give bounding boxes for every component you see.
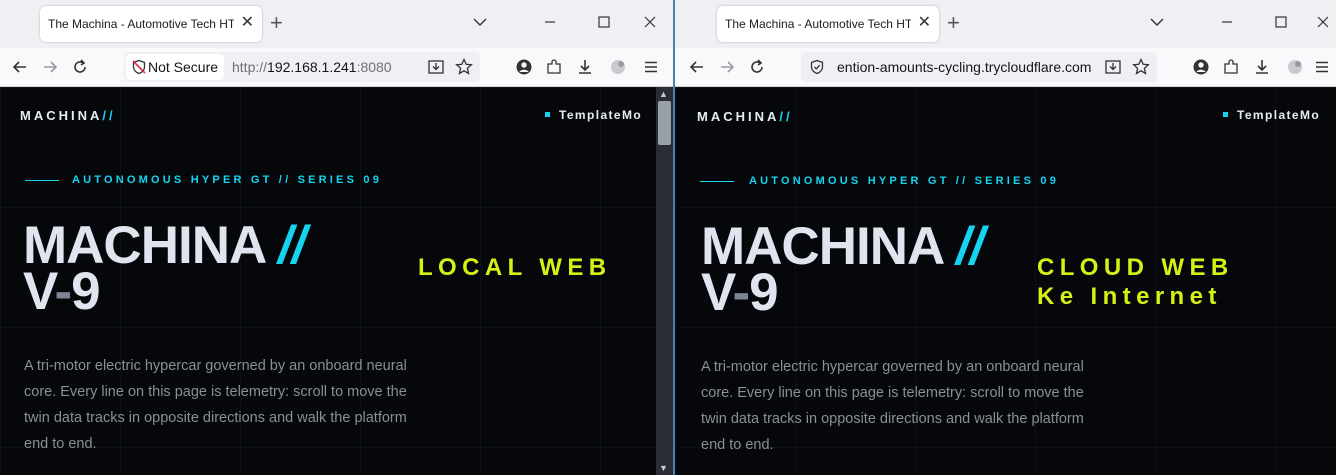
close-tab-icon[interactable]: ✕ [241,13,254,33]
hero-dash: - [54,262,72,321]
extension-puzzle-icon[interactable] [608,57,628,77]
minimize-icon[interactable] [540,12,560,32]
close-window-icon[interactable] [1313,12,1333,32]
new-tab-icon[interactable]: + [270,11,283,35]
save-page-icon[interactable] [1103,57,1123,77]
tab-bar: The Machina - Automotive Tech HTI ✕ + [675,0,1336,48]
maximize-icon[interactable] [1271,12,1291,32]
overlay-line: Ke Internet [1037,283,1222,310]
eyebrow-line [25,180,59,181]
minimize-icon[interactable] [1217,12,1237,32]
menu-hamburger-icon[interactable] [641,57,661,77]
reload-icon[interactable] [747,57,767,77]
downloads-icon[interactable] [575,57,595,77]
overlay-line: CLOUD WEB [1037,254,1234,281]
downloads-icon[interactable] [1252,57,1272,77]
account-icon[interactable] [514,57,534,77]
hero-title: MACHINA // V-9 [23,219,307,318]
overlay-caption: LOCAL WEB [418,253,611,282]
nav-link-templatemo[interactable]: TemplateMo [545,108,642,122]
site-brand[interactable]: MACHINA// [20,108,116,123]
tab-list-chevron-icon[interactable] [470,12,490,32]
bullet-square-icon [545,112,550,117]
insecure-shield-icon [132,59,146,75]
bookmark-star-icon[interactable] [1131,57,1151,77]
hero-dash: - [732,263,750,322]
close-tab-icon[interactable]: ✕ [918,13,931,33]
tab-title: The Machina - Automotive Tech HTI [48,17,234,31]
close-window-icon[interactable] [640,12,660,32]
scroll-thumb[interactable] [658,101,671,145]
tab-machina[interactable]: The Machina - Automotive Tech HTI ✕ [717,6,939,42]
save-page-icon[interactable] [426,57,446,77]
overlay-caption: CLOUD WEB Ke Internet [1037,253,1234,311]
web-page-content: MACHINA// TemplateMo AUTONOMOUS HYPER GT… [675,87,1336,475]
url-host: ention-amounts-cycling.trycloudflare.com [837,59,1092,75]
address-bar[interactable]: ention-amounts-cycling.trycloudflare.com [801,52,1157,82]
forward-arrow-icon[interactable] [717,57,737,77]
eyebrow-text: AUTONOMOUS HYPER GT // SERIES 09 [749,175,1060,187]
hero-title: MACHINA // V-9 [701,220,985,319]
eyebrow-text: AUTONOMOUS HYPER GT // SERIES 09 [72,174,383,186]
hero-description: A tri-motor electric hypercar governed b… [701,359,1084,453]
site-brand[interactable]: MACHINA// [697,109,793,124]
scrollbar[interactable]: ▲ ▼ [656,87,673,475]
scroll-up-icon[interactable]: ▲ [659,89,668,99]
url-port: :8080 [356,59,392,75]
navigation-toolbar: ention-amounts-cycling.trycloudflare.com [675,48,1336,87]
tab-machina[interactable]: The Machina - Automotive Tech HTI ✕ [40,6,262,42]
maximize-icon[interactable] [594,12,614,32]
account-icon[interactable] [1191,57,1211,77]
tab-title: The Machina - Automotive Tech HTI [725,17,911,31]
extensions-icon[interactable] [1221,57,1241,77]
tab-list-chevron-icon[interactable] [1147,12,1167,32]
address-bar[interactable]: Not Secure http://192.168.1.241:8080 [124,52,480,82]
bullet-square-icon [1223,112,1228,117]
forward-arrow-icon[interactable] [40,57,60,77]
reload-icon[interactable] [70,57,90,77]
scroll-down-icon[interactable]: ▼ [659,463,668,473]
web-page-content: MACHINA// TemplateMo AUTONOMOUS HYPER GT… [0,87,673,475]
hero-v: V [701,263,733,322]
nav-link-label: TemplateMo [1237,108,1321,122]
brand-slash: // [102,108,116,123]
brand-name: MACHINA [20,108,103,123]
new-tab-icon[interactable]: + [947,11,960,35]
hero-9: 9 [71,262,101,321]
extensions-icon[interactable] [544,57,564,77]
brand-name: MACHINA [697,109,780,124]
nav-link-templatemo[interactable]: TemplateMo [1223,108,1320,122]
hero-slash: // [956,217,984,276]
url-scheme: http:// [232,59,268,75]
secure-shield-icon[interactable] [809,59,825,75]
extension-puzzle-icon[interactable] [1285,57,1305,77]
hero-slash: // [278,216,306,275]
back-arrow-icon[interactable] [10,57,30,77]
not-secure-chip[interactable]: Not Secure [126,54,224,80]
hero-v: V [23,262,55,321]
navigation-toolbar: Not Secure http://192.168.1.241:8080 [0,48,673,87]
browser-window-right: The Machina - Automotive Tech HTI ✕ + en… [675,0,1336,475]
url-text[interactable]: ention-amounts-cycling.trycloudflare.com [837,59,1095,75]
menu-hamburger-icon[interactable] [1312,57,1332,77]
nav-link-label: TemplateMo [559,108,643,122]
overlay-line: LOCAL WEB [418,254,612,281]
hero-description: A tri-motor electric hypercar governed b… [24,358,407,452]
url-host: 192.168.1.241 [267,59,357,75]
url-text[interactable]: http://192.168.1.241:8080 [232,59,392,75]
brand-slash: // [779,109,793,124]
tab-bar: The Machina - Automotive Tech HTI ✕ + [0,0,673,48]
browser-window-left: The Machina - Automotive Tech HTI ✕ + No… [0,0,673,475]
not-secure-label: Not Secure [148,59,219,75]
bookmark-star-icon[interactable] [454,57,474,77]
hero-9: 9 [749,263,779,322]
back-arrow-icon[interactable] [687,57,707,77]
eyebrow-line [700,181,734,182]
